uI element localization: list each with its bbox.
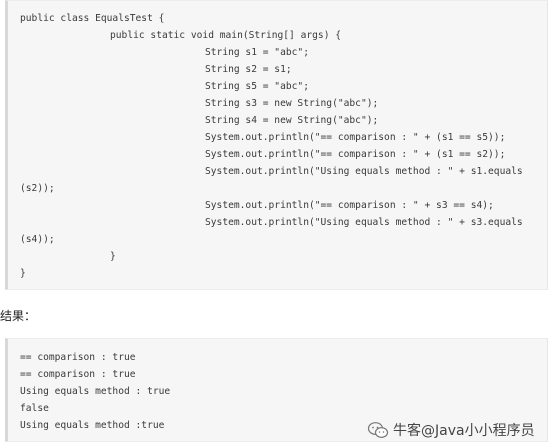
code-line: public class EqualsTest {: [20, 13, 165, 24]
code-line: String s1 = "abc";: [205, 47, 309, 58]
output-line: false: [20, 403, 49, 414]
code-line: System.out.println("== comparison : " + …: [205, 149, 506, 160]
result-label: 结果：: [0, 309, 37, 323]
code-line: System.out.println("== comparison : " + …: [205, 132, 506, 143]
code-line: String s4 = new String("abc");: [205, 115, 379, 126]
code-line: System.out.println("Using equals method …: [205, 166, 523, 177]
code-line: System.out.println("Using equals method …: [205, 217, 523, 228]
code-line: public static void main(String[] args) {: [110, 30, 342, 41]
code-line: (s4));: [20, 234, 55, 245]
code-line: (s2));: [20, 183, 55, 194]
code-line: System.out.println("== comparison : " + …: [205, 200, 494, 211]
code-line: }: [20, 268, 26, 279]
output-line: == comparison : true: [20, 352, 136, 363]
output-line: Using equals method :true: [20, 420, 165, 431]
code-line: }: [110, 251, 116, 262]
watermark-text: 牛客@Java小小程序员: [393, 423, 535, 439]
output-line: Using equals method : true: [20, 386, 171, 397]
code-line: String s2 = s1;: [205, 64, 292, 75]
code-line: String s5 = "abc";: [205, 81, 309, 92]
code-listing: public class EqualsTest { public static …: [5, 0, 548, 290]
output-line: == comparison : true: [20, 369, 136, 380]
wechat-icon: [367, 422, 389, 438]
watermark: 牛客@Java小小程序员: [367, 420, 535, 440]
code-line: String s3 = new String("abc");: [205, 98, 379, 109]
